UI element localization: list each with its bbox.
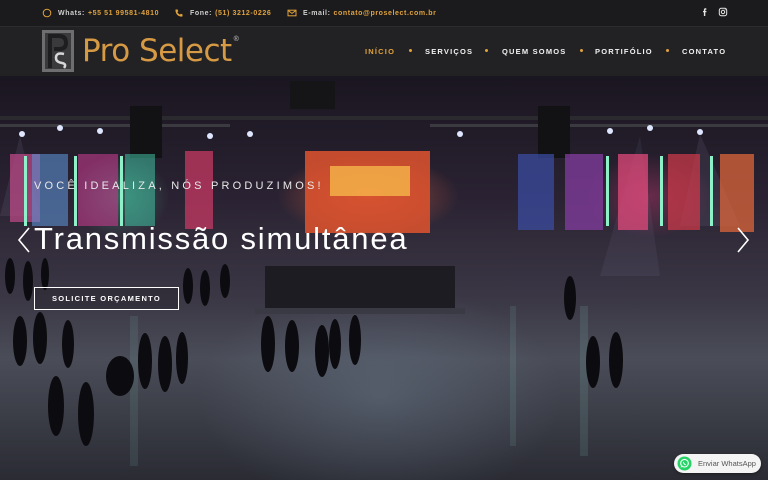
whatsapp-label: Whats: [58,9,85,17]
hero-slider: VOCÊ IDEALIZA, NÓS PRODUZIMOS! Transmiss… [0,76,768,480]
nav-separator-dot [485,49,488,52]
nav-separator-dot [666,49,669,52]
logo-mark-icon [42,30,74,72]
brand-logo[interactable]: Pro Select ® [42,29,239,73]
phone-number[interactable]: (51) 3212-0226 [215,10,271,17]
registered-mark: ® [233,35,239,43]
nav-separator-dot [409,49,412,52]
nav-separator-dot [580,49,583,52]
whatsapp-icon [677,456,692,471]
hero-tagline: VOCÊ IDEALIZA, NÓS PRODUZIMOS! [34,180,324,192]
envelope-icon [287,8,297,18]
whatsapp-icon [42,8,52,18]
nav-item-inicio[interactable]: INÍCIO [365,47,395,56]
email-contact[interactable]: E-mail: contato@proselect.com.br [287,8,436,18]
brand-name: Pro Select [82,33,232,69]
phone-contact[interactable]: Fone: (51) 3212-0226 [174,8,271,18]
whatsapp-contact[interactable]: Whats: +55 51 99581-4810 [42,8,159,18]
instagram-icon[interactable] [718,7,728,17]
nav-item-contato[interactable]: CONTATO [682,47,726,56]
nav-item-quem-somos[interactable]: QUEM SOMOS [502,47,567,56]
email-label: E-mail: [303,9,331,17]
send-whatsapp-label: Enviar WhatsApp [698,459,756,468]
facebook-icon[interactable] [700,7,710,17]
request-quote-button[interactable]: SOLICITE ORÇAMENTO [34,287,179,310]
chevron-right-icon[interactable] [736,226,750,254]
send-whatsapp-button[interactable]: Enviar WhatsApp [674,454,761,473]
main-navbar: Pro Select ® INÍCIO SERVIÇOS QUEM SOMOS … [0,26,768,76]
chevron-left-icon[interactable] [17,226,31,254]
hero-background-photo [0,81,768,466]
phone-icon [174,8,184,18]
email-address[interactable]: contato@proselect.com.br [334,10,437,17]
nav-item-portifolio[interactable]: PORTIFÓLIO [595,47,653,56]
phone-label: Fone: [190,9,213,17]
hero-headline: Transmissão simultânea [34,221,409,256]
whatsapp-number[interactable]: +55 51 99581-4810 [88,10,159,17]
nav-item-servicos[interactable]: SERVIÇOS [425,47,473,56]
top-contact-bar: Whats: +55 51 99581-4810 Fone: (51) 3212… [0,0,768,26]
social-links [700,7,728,17]
